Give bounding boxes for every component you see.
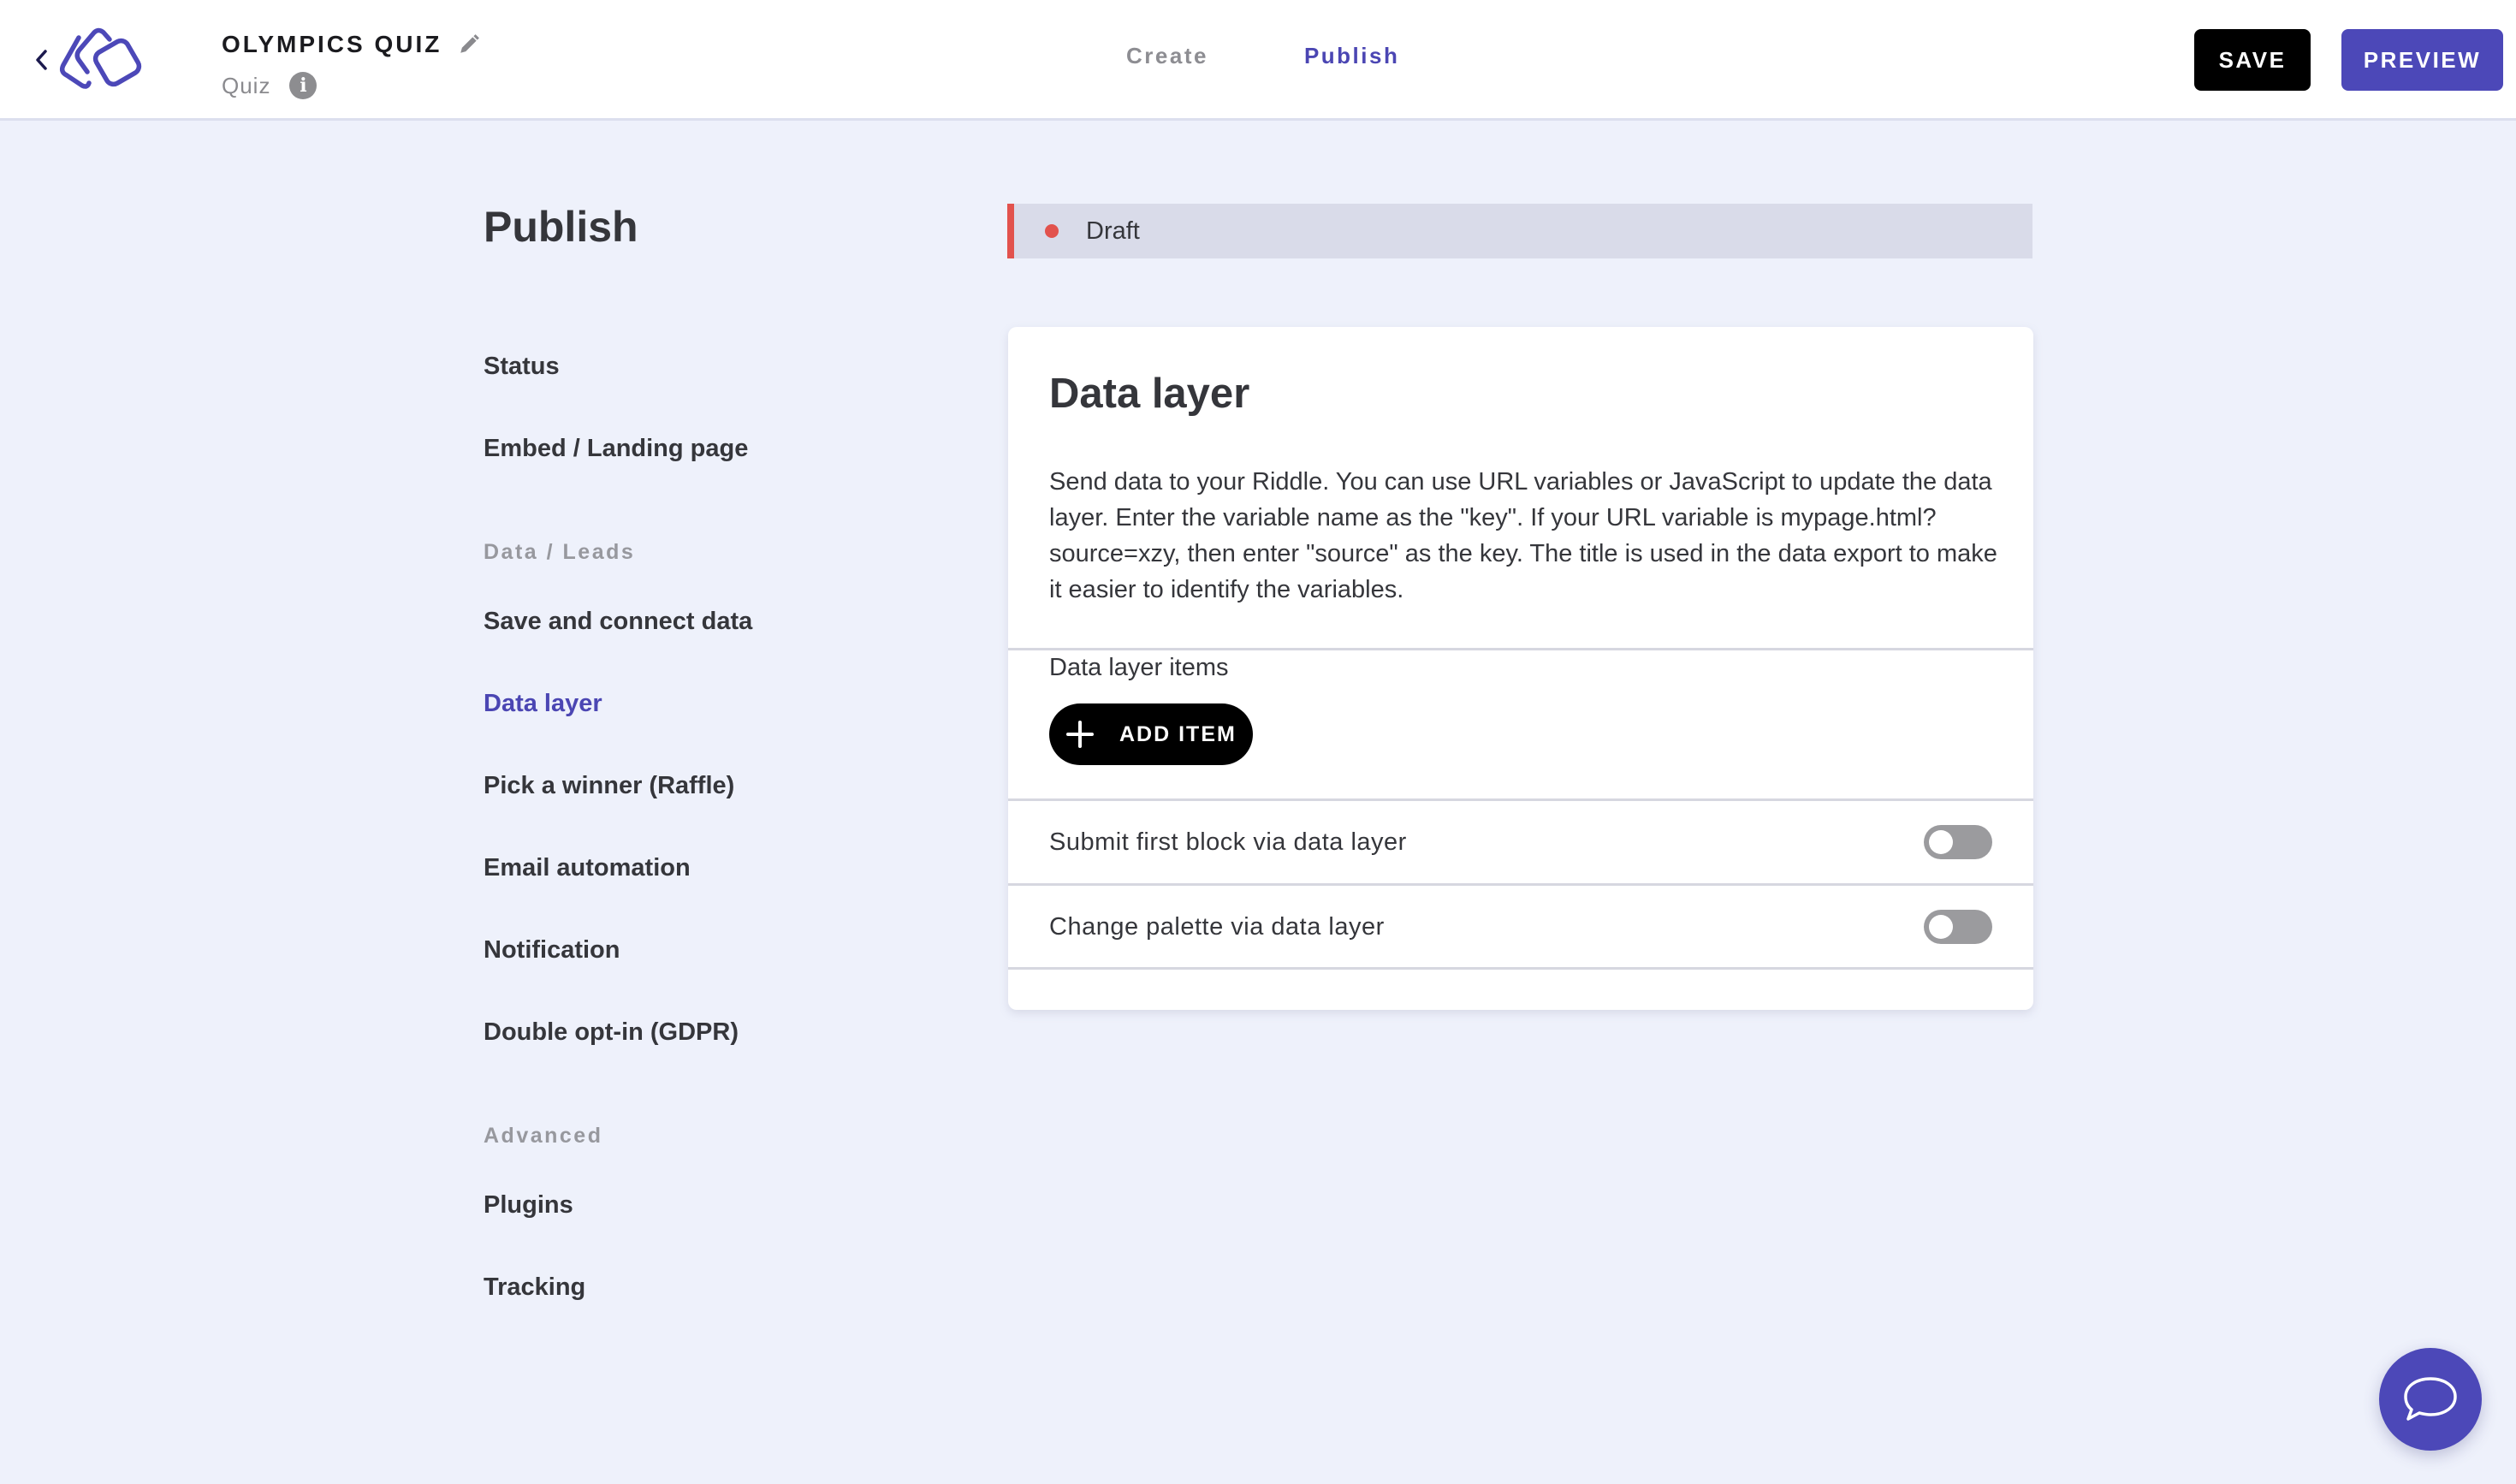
tab-publish[interactable]: Publish	[1304, 43, 1399, 69]
toggle-knob	[1929, 915, 1953, 939]
card-title: Data layer	[1049, 371, 1250, 417]
divider	[1008, 648, 2033, 650]
sidebar-section-advanced: Advanced	[484, 1124, 603, 1148]
card-description: Send data to your Riddle. You can use UR…	[1049, 468, 1997, 603]
divider	[1008, 967, 2033, 970]
add-item-label: ADD ITEM	[1119, 721, 1237, 746]
sidebar-item-notification[interactable]: Notification	[484, 936, 620, 965]
sidebar-item-double-opt-in[interactable]: Double opt-in (GDPR)	[484, 1018, 739, 1047]
submit-first-block-toggle[interactable]	[1924, 825, 1992, 859]
toggle-row-submit-first-block: Submit first block via data layer	[1008, 801, 2033, 883]
chevron-left-icon	[36, 50, 47, 70]
save-button[interactable]: SAVE	[2194, 29, 2311, 91]
riddle-logo-icon[interactable]	[56, 26, 156, 94]
chat-button[interactable]	[2379, 1348, 2482, 1451]
quiz-title: OLYMPICS QUIZ	[222, 31, 442, 57]
sidebar-item-tracking[interactable]: Tracking	[484, 1273, 585, 1302]
status-banner: Draft	[1007, 204, 2032, 258]
sidebar-item-email-automation[interactable]: Email automation	[484, 854, 691, 882]
status-text: Draft	[1086, 217, 1140, 245]
sidebar-item-plugins[interactable]: Plugins	[484, 1191, 573, 1220]
status-dot-icon	[1045, 224, 1059, 238]
sidebar-item-status[interactable]: Status	[484, 353, 560, 381]
main-tabs: Create Publish	[1126, 43, 1399, 69]
page-title: Publish	[484, 203, 638, 251]
plus-icon	[1066, 721, 1094, 748]
sidebar-item-data-layer[interactable]: Data layer	[484, 690, 602, 718]
sidebar-item-pick-winner[interactable]: Pick a winner (Raffle)	[484, 772, 734, 800]
back-button[interactable]	[26, 43, 56, 77]
toggle-knob	[1929, 830, 1953, 854]
change-palette-toggle[interactable]	[1924, 910, 1992, 944]
toggle-label: Submit first block via data layer	[1049, 828, 1407, 856]
tab-create[interactable]: Create	[1126, 43, 1208, 69]
data-layer-card: Data layer Send data to your Riddle. You…	[1008, 327, 2033, 1010]
preview-button[interactable]: PREVIEW	[2341, 29, 2503, 91]
toggle-label: Change palette via data layer	[1049, 912, 1385, 941]
info-icon[interactable]: i	[289, 72, 317, 99]
chat-bubble-icon	[2404, 1377, 2457, 1421]
top-bar: OLYMPICS QUIZ Quiz i Create Publish SAVE…	[0, 0, 2516, 121]
sidebar-item-embed[interactable]: Embed / Landing page	[484, 435, 748, 463]
sidebar-section-data-leads: Data / Leads	[484, 540, 636, 564]
pencil-icon[interactable]	[458, 33, 480, 56]
toggle-row-change-palette: Change palette via data layer	[1008, 886, 2033, 968]
sidebar-item-save-connect-data[interactable]: Save and connect data	[484, 608, 752, 636]
add-item-button[interactable]: ADD ITEM	[1049, 703, 1253, 765]
quiz-type-label: Quiz	[222, 72, 271, 98]
data-layer-items-label: Data layer items	[1049, 654, 1229, 681]
